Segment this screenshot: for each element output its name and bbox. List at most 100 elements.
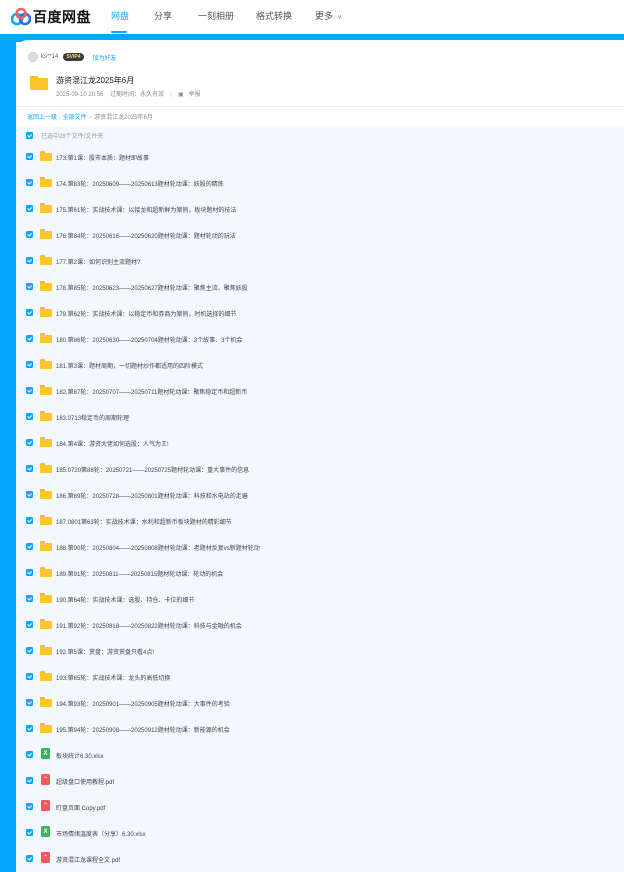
file-name[interactable]: 186.第89轮：20250728——20250801题材轮动课：科技和水电站的… <box>56 491 248 500</box>
list-item[interactable]: 195.第94轮：20250908——20250912题材轮动课：新能源的机会 <box>16 716 624 742</box>
row-checkbox[interactable] <box>26 205 33 212</box>
row-checkbox[interactable] <box>26 621 33 628</box>
row-checkbox[interactable] <box>26 829 33 836</box>
row-checkbox[interactable] <box>26 491 33 498</box>
list-item[interactable]: X 板块统计6.30.xlsx <box>16 742 624 768</box>
list-item[interactable]: ⌃ 盯盘页面 Copy.pdf <box>16 794 624 820</box>
file-name[interactable]: 市场情绪温度表（分享）6.30.xlsx <box>56 829 146 838</box>
select-all-checkbox[interactable] <box>26 132 33 139</box>
row-checkbox[interactable] <box>26 725 33 732</box>
row-checkbox[interactable] <box>26 283 33 290</box>
file-name[interactable]: 182.第87轮：20250707——20250711题材轮动课：聚焦稳定币和超… <box>56 387 247 396</box>
list-item[interactable]: 181.第3课：题材周期，一切题材炒作都适用的四阶模式 <box>16 352 624 378</box>
list-item[interactable]: 186.第89轮：20250728——20250801题材轮动课：科技和水电站的… <box>16 482 624 508</box>
tab-format-convert[interactable]: 格式转换 <box>256 9 292 22</box>
row-checkbox[interactable] <box>26 465 33 472</box>
list-item[interactable]: ⌃ 游资混江龙课程全文.pdf <box>16 846 624 872</box>
row-checkbox[interactable] <box>26 647 33 654</box>
list-item[interactable]: 179.第62轮：实战技术课：以稳定币和券商为案例，时机选择的细节 <box>16 300 624 326</box>
tab-moment-album[interactable]: 一刻相册 <box>198 9 234 22</box>
sharer-username[interactable]: ks**14 <box>41 54 58 60</box>
row-checkbox[interactable] <box>26 803 33 810</box>
row-checkbox[interactable] <box>26 153 33 160</box>
file-name[interactable]: 178.第85轮：20250623——20250627题材轮动课：聚焦主流、聚焦… <box>56 283 248 292</box>
file-name[interactable]: 173.第1课：股市本质：题材即故事 <box>56 153 149 162</box>
list-item[interactable]: ⌃ 超级盘口使用教程.pdf <box>16 768 624 794</box>
file-name[interactable]: 180.第86轮：20250630——20250704题材轮动课：3个故事、3个… <box>56 335 242 344</box>
file-name[interactable]: 184.第4课：游资大佬如何选股：人气为王! <box>56 439 169 448</box>
row-checkbox[interactable] <box>26 257 33 264</box>
file-name[interactable]: 174.第83轮：20250609——20250613题材轮动课：妖股的精炼 <box>56 179 224 188</box>
file-name[interactable]: 超级盘口使用教程.pdf <box>56 777 114 786</box>
frame-left-band <box>0 34 16 872</box>
row-checkbox[interactable] <box>26 595 33 602</box>
file-name[interactable]: 189.第91轮：20250811——20250815题材轮动课：轮动的机会 <box>56 569 223 578</box>
file-name[interactable]: 195.第94轮：20250908——20250912题材轮动课：新能源的机会 <box>56 725 230 734</box>
row-checkbox[interactable] <box>26 439 33 446</box>
list-item[interactable]: 180.第86轮：20250630——20250704题材轮动课：3个故事、3个… <box>16 326 624 352</box>
tab-share[interactable]: 分享 <box>154 9 172 22</box>
row-checkbox[interactable] <box>26 361 33 368</box>
folder-icon <box>40 254 52 266</box>
avatar[interactable] <box>28 52 38 62</box>
row-checkbox[interactable] <box>26 543 33 550</box>
row-checkbox[interactable] <box>26 309 33 316</box>
row-checkbox[interactable] <box>26 335 33 342</box>
list-item[interactable]: 193.第65轮：实战技术课：龙头的高低切换 <box>16 664 624 690</box>
breadcrumb-back[interactable]: 返回上一级 <box>27 115 57 121</box>
file-name[interactable]: 185.0720第88轮：20250721——20250725题材轮动课：重大事… <box>56 465 249 474</box>
row-checkbox[interactable] <box>26 673 33 680</box>
file-name[interactable]: 193.第65轮：实战技术课：龙头的高低切换 <box>56 673 170 682</box>
list-item[interactable]: 177.第2课：如何识别主流题材? <box>16 248 624 274</box>
list-item[interactable]: 191.第92轮：20250818——20250822题材轮动课：科技与金融的机… <box>16 612 624 638</box>
tab-netdisk[interactable]: 网盘 <box>111 9 129 22</box>
list-item[interactable]: 187.0801第63轮：实战技术课：水利和超新币板块题材的精彩细节 <box>16 508 624 534</box>
list-item[interactable]: 182.第87轮：20250707——20250711题材轮动课：聚焦稳定币和超… <box>16 378 624 404</box>
row-checkbox[interactable] <box>26 517 33 524</box>
row-checkbox[interactable] <box>26 231 33 238</box>
file-name[interactable]: 175.第61轮：实战技术课：以接龙和超新鲜为案例，板块题材的技法 <box>56 205 236 214</box>
list-item[interactable]: 184.第4课：游资大佬如何选股：人气为王! <box>16 430 624 456</box>
file-name[interactable]: 190.第64轮：实战技术课：选股、持仓、卡位的细节 <box>56 595 194 604</box>
add-friend-link[interactable]: 加为好友 <box>93 53 117 62</box>
file-name[interactable]: 176.第84轮：20250616——20250620题材轮动课：题材轮动的玩法 <box>56 231 236 240</box>
file-name[interactable]: 194.第93轮：20250901——20250905题材轮动课：大事件的考验 <box>56 699 230 708</box>
row-checkbox[interactable] <box>26 777 33 784</box>
row-checkbox[interactable] <box>26 413 33 420</box>
file-name[interactable]: 181.第3课：题材周期，一切题材炒作都适用的四阶模式 <box>56 361 203 370</box>
list-item[interactable]: 174.第83轮：20250609——20250613题材轮动课：妖股的精炼 <box>16 170 624 196</box>
breadcrumb-all-files[interactable]: 全部文件 <box>63 115 87 121</box>
tab-more[interactable]: 更多 ∨ <box>315 9 342 22</box>
row-checkbox[interactable] <box>26 569 33 576</box>
list-item[interactable]: 188.第90轮：20250804——20250808题材轮动课：老题材反复vs… <box>16 534 624 560</box>
folder-icon <box>40 462 52 474</box>
row-checkbox[interactable] <box>26 387 33 394</box>
row-checkbox[interactable] <box>26 179 33 186</box>
list-item[interactable]: 178.第85轮：20250623——20250627题材轮动课：聚焦主流、聚焦… <box>16 274 624 300</box>
file-name[interactable]: 188.第90轮：20250804——20250808题材轮动课：老题材反复vs… <box>56 543 260 552</box>
list-item[interactable]: 190.第64轮：实战技术课：选股、持仓、卡位的细节 <box>16 586 624 612</box>
list-item[interactable]: 175.第61轮：实战技术课：以接龙和超新鲜为案例，板块题材的技法 <box>16 196 624 222</box>
report-link[interactable]: ▣ 举报 <box>178 92 206 98</box>
file-name[interactable]: 191.第92轮：20250818——20250822题材轮动课：科技与金融的机… <box>56 621 242 630</box>
file-name[interactable]: 盯盘页面 Copy.pdf <box>56 803 105 812</box>
row-checkbox[interactable] <box>26 855 33 862</box>
list-item[interactable]: 173.第1课：股市本质：题材即故事 <box>16 144 624 170</box>
list-item[interactable]: 189.第91轮：20250811——20250815题材轮动课：轮动的机会 <box>16 560 624 586</box>
list-item[interactable]: X 市场情绪温度表（分享）6.30.xlsx <box>16 820 624 846</box>
file-name[interactable]: 板块统计6.30.xlsx <box>56 751 104 760</box>
row-checkbox[interactable] <box>26 699 33 706</box>
file-name[interactable]: 192.第5课：赏盘：游资赏盘只看4点! <box>56 647 154 656</box>
list-item[interactable]: 194.第93轮：20250901——20250905题材轮动课：大事件的考验 <box>16 690 624 716</box>
list-item[interactable]: 183.0713稳定币的周期轮理 <box>16 404 624 430</box>
file-name[interactable]: 187.0801第63轮：实战技术课：水利和超新币板块题材的精彩细节 <box>56 517 232 526</box>
select-all-row: 已选中28个文件/文件夹 <box>26 131 103 140</box>
row-checkbox[interactable] <box>26 751 33 758</box>
file-name[interactable]: 177.第2课：如何识别主流题材? <box>56 257 140 266</box>
file-name[interactable]: 179.第62轮：实战技术课：以稳定币和券商为案例，时机选择的细节 <box>56 309 236 318</box>
file-name[interactable]: 游资混江龙课程全文.pdf <box>56 855 120 864</box>
file-name[interactable]: 183.0713稳定币的周期轮理 <box>56 413 129 422</box>
list-item[interactable]: 185.0720第88轮：20250721——20250725题材轮动课：重大事… <box>16 456 624 482</box>
list-item[interactable]: 176.第84轮：20250616——20250620题材轮动课：题材轮动的玩法 <box>16 222 624 248</box>
list-item[interactable]: 192.第5课：赏盘：游资赏盘只看4点! <box>16 638 624 664</box>
